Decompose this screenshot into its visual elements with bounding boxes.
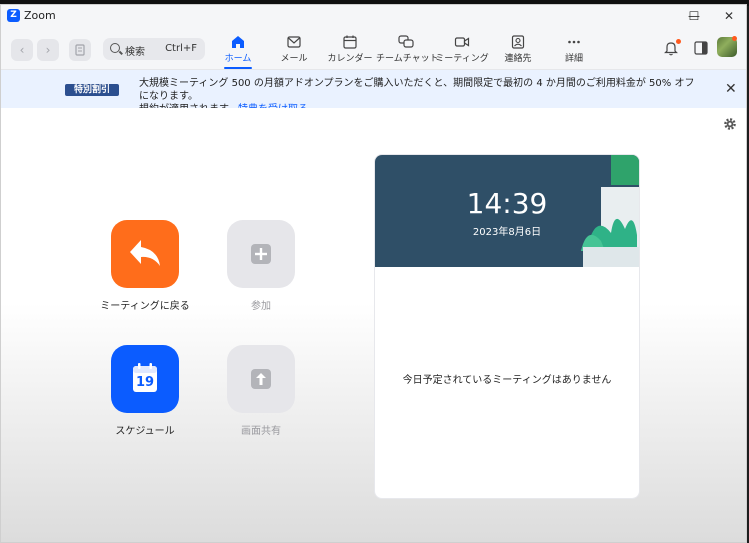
current-time: 14:39 xyxy=(466,187,548,220)
tab-calendar[interactable]: カレンダー xyxy=(320,33,380,65)
home-content: ミーティングに戻る 参加 19 スケジュール 画面共有 14:39 2023年8… xyxy=(1,108,746,542)
tab-label: チームチャット xyxy=(376,54,439,64)
history-button[interactable] xyxy=(69,39,91,61)
current-date: 2023年8月6日 xyxy=(472,227,542,238)
search-label: 検索 xyxy=(125,47,145,58)
history-icon xyxy=(75,44,85,56)
join-label: 参加 xyxy=(251,301,271,312)
join-button[interactable] xyxy=(227,220,295,288)
schedule-label: スケジュール xyxy=(115,426,175,437)
tab-team-chat[interactable]: チームチャット xyxy=(376,33,439,65)
promo-banner: 特別割引 大規模ミーティング 500 の月額アドオンプランをご購入いただくと、期… xyxy=(1,70,746,115)
mail-icon xyxy=(287,36,301,48)
calendar-icon xyxy=(343,35,357,49)
title-bar: Z Zoom — ☐ ✕ xyxy=(1,5,746,27)
tab-home[interactable]: ホーム xyxy=(208,33,268,69)
side-panel-icon[interactable] xyxy=(693,40,709,56)
share-screen-button[interactable] xyxy=(227,345,295,413)
discount-badge: 特別割引 xyxy=(65,84,119,96)
schedule-button[interactable]: 19 xyxy=(111,345,179,413)
notification-dot xyxy=(676,39,681,44)
tab-more[interactable]: 詳細 xyxy=(544,33,604,65)
close-window-button[interactable]: ✕ xyxy=(712,6,746,26)
zoom-window: Z Zoom — ☐ ✕ ‹ › 検索 Ctrl+F ホーム メール カレンダー… xyxy=(0,4,747,543)
tab-meetings[interactable]: ミーティング xyxy=(432,33,492,65)
tab-label: ホーム xyxy=(224,54,252,64)
return-arrow-icon xyxy=(130,240,160,266)
back-button[interactable]: ‹ xyxy=(11,39,33,61)
close-banner-button[interactable]: ✕ xyxy=(725,81,737,97)
zoom-logo-icon: Z xyxy=(7,9,20,22)
tab-mail[interactable]: メール xyxy=(264,33,324,65)
search-shortcut: Ctrl+F xyxy=(165,43,197,54)
avatar-status-dot xyxy=(732,36,737,41)
share-up-arrow-icon xyxy=(251,369,271,389)
banner-message: 大規模ミーティング 500 の月額アドオンプランをご購入いただくと、期間限定で最… xyxy=(139,78,695,102)
home-icon xyxy=(232,36,244,48)
search-box[interactable]: 検索 Ctrl+F xyxy=(103,38,205,60)
main-toolbar: ‹ › 検索 Ctrl+F ホーム メール カレンダー チームチャット ミーティ… xyxy=(1,27,746,70)
share-screen-label: 画面共有 xyxy=(241,426,281,437)
return-to-meeting-button[interactable] xyxy=(111,220,179,288)
search-icon xyxy=(110,43,120,53)
return-to-meeting-label: ミーティングに戻る xyxy=(100,301,190,312)
upcoming-meetings-card: 14:39 2023年8月6日 今日予定されているミーティングはありません xyxy=(374,154,640,499)
maximize-button[interactable]: ☐ xyxy=(677,6,711,26)
tab-label: 詳細 xyxy=(564,54,583,64)
tab-contacts[interactable]: 連絡先 xyxy=(488,33,548,65)
tab-label: カレンダー xyxy=(327,54,373,64)
calendar-day-number: 19 xyxy=(135,375,155,390)
gear-icon[interactable] xyxy=(723,117,737,131)
contacts-icon xyxy=(511,35,525,49)
plus-icon xyxy=(251,244,271,264)
video-icon xyxy=(454,37,470,47)
window-title: Zoom xyxy=(24,9,56,22)
tab-label: 連絡先 xyxy=(504,54,532,64)
clock-header: 14:39 2023年8月6日 xyxy=(375,155,639,267)
no-meetings-message: 今日予定されているミーティングはありません xyxy=(402,375,612,386)
minimize-button-alt[interactable] xyxy=(647,6,681,26)
forward-button[interactable]: › xyxy=(37,39,59,61)
tab-label: ミーティング xyxy=(435,54,489,64)
tab-label: メール xyxy=(280,54,308,64)
chat-icon xyxy=(398,35,414,48)
more-icon xyxy=(568,40,580,44)
